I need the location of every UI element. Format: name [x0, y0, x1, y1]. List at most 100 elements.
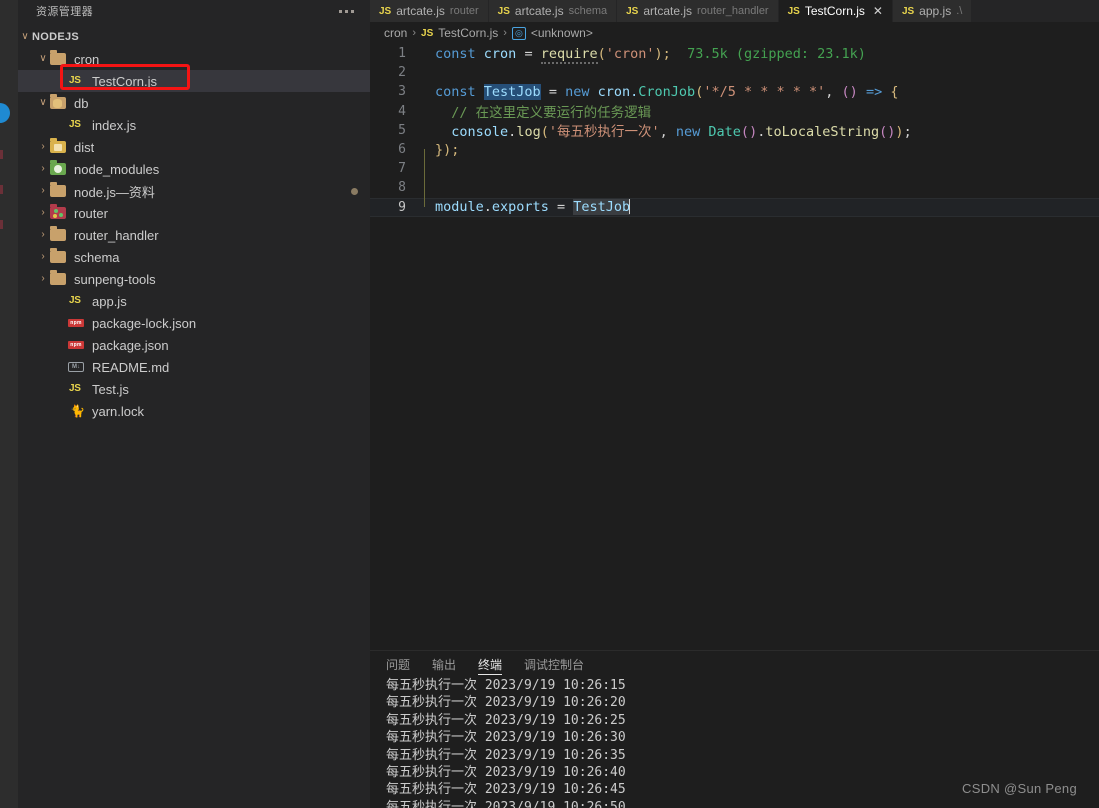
line-6-content: }); — [435, 141, 460, 158]
chevron-none-icon: › — [54, 406, 68, 416]
breadcrumb-folder[interactable]: cron — [384, 26, 407, 40]
tree-item-package-lock-json[interactable]: ›npm package-lock.json — [18, 312, 370, 334]
tree-item-dist[interactable]: › dist — [18, 136, 370, 158]
line-9-content: module.exports = TestJob — [435, 199, 631, 216]
code-line-current: 9 module.exports = TestJob — [370, 197, 1099, 217]
close-icon[interactable]: ✕ — [873, 4, 883, 18]
tree-item-label: sunpeng-tools — [74, 271, 156, 287]
tab-description: schema — [568, 5, 608, 17]
chevron-none-icon: › — [54, 384, 68, 394]
punctuation: ); — [654, 45, 671, 62]
object-cron: cron. — [597, 83, 639, 100]
tree-item-readme-md[interactable]: ›M↓ README.md — [18, 356, 370, 378]
chevron-right-icon[interactable]: › — [36, 142, 50, 152]
tab-label: artcate.js — [643, 4, 693, 18]
line-5-content: console.log('每五秒执行一次', new Date().toLoca… — [451, 124, 912, 141]
tree-item-test-js[interactable]: ›JS Test.js — [18, 378, 370, 400]
text-cursor — [629, 199, 631, 215]
line-number: 8 — [398, 180, 406, 196]
chevron-right-icon[interactable]: › — [36, 164, 50, 174]
chevron-right-icon[interactable]: › — [36, 186, 50, 196]
tree-item-db[interactable]: ∨ db — [18, 92, 370, 114]
tree-item-index-js[interactable]: ›JS index.js — [18, 114, 370, 136]
tab-artcate-js[interactable]: JS artcate.js router_handler — [617, 0, 779, 22]
panel-tab-%E9%97%AE%E9%A2%98[interactable]: 问题 — [386, 651, 410, 677]
panel-tab-%E8%B0%83%E8%AF%95%E6%8E%A7%E5%88%B6%E5%8F%B0[interactable]: 调试控制台 — [524, 651, 584, 677]
function-require: require — [540, 45, 598, 64]
breadcrumb-symbol[interactable]: <unknown> — [531, 26, 593, 40]
tree-root-nodejs[interactable]: ∨ NODEJS — [18, 26, 370, 48]
panel-tab-%E7%BB%88%E7%AB%AF[interactable]: 终端 — [478, 651, 503, 677]
tree-item-yarn-lock[interactable]: ›🐈 yarn.lock — [18, 400, 370, 422]
vscode-window: 资源管理器 ∨ NODEJS ∨cron›JSTestCorn.js∨db›JS… — [0, 0, 1099, 808]
line-number: 1 — [398, 46, 406, 62]
root-label: NODEJS — [32, 31, 80, 43]
tab-app-js[interactable]: JS app.js .\ — [892, 0, 973, 22]
keyword-const: const — [435, 83, 476, 100]
chevron-down-icon[interactable]: ∨ — [18, 32, 32, 42]
line-number: 5 — [398, 122, 406, 138]
tree-item-label: yarn.lock — [92, 403, 145, 419]
terminal-line: 每五秒执行一次 2023/9/19 10:26:50 — [386, 799, 626, 808]
tree-item-label: package-lock.json — [92, 315, 197, 331]
line-number: 2 — [398, 65, 406, 81]
ellipsis-icon[interactable] — [339, 9, 358, 13]
chevron-right-icon[interactable]: › — [36, 230, 50, 240]
explorer-title: 资源管理器 — [36, 6, 93, 18]
chevron-down-icon[interactable]: ∨ — [36, 98, 50, 108]
folder-node-icon — [50, 160, 66, 175]
code-line: 4 // 在这里定义要运行的任务逻辑 — [370, 102, 1099, 122]
line-number: 9 — [398, 199, 406, 215]
js-file-icon: JS — [421, 27, 434, 39]
tab-artcate-js[interactable]: JS artcate.js router — [370, 0, 489, 22]
folder-icon — [50, 270, 66, 285]
tree-item-label: router — [74, 205, 108, 221]
panel-tab-%E8%BE%93%E5%87%BA[interactable]: 输出 — [432, 651, 456, 677]
file-tree: ∨ NODEJS ∨cron›JSTestCorn.js∨db›JSindex.… — [18, 22, 370, 422]
tab-testcorn-js[interactable]: JS TestCorn.js ✕ — [778, 0, 893, 22]
tab-label: artcate.js — [514, 4, 564, 18]
tree-item-sunpeng-tools[interactable]: › sunpeng-tools — [18, 268, 370, 290]
tree-item-label: node_modules — [74, 161, 160, 177]
chevron-right-icon[interactable]: › — [36, 274, 50, 284]
code-editor[interactable]: 1 const cron = require('cron'); 73.5k (g… — [370, 44, 1099, 650]
tree-item-app-js[interactable]: ›JS app.js — [18, 290, 370, 312]
tree-item-cron[interactable]: ∨ cron — [18, 48, 370, 70]
tree-item-schema[interactable]: › schema — [18, 246, 370, 268]
operator: = — [524, 45, 533, 62]
breadcrumb-file[interactable]: TestCorn.js — [438, 26, 498, 40]
editor-area: JS artcate.js router JS artcate.js schema JS ar… — [370, 0, 1099, 808]
punctuation: { — [890, 83, 899, 100]
modified-indicator — [351, 188, 358, 195]
chevron-none-icon: › — [54, 296, 68, 306]
tree-item-router[interactable]: › router — [18, 202, 370, 224]
folder-icon — [50, 248, 66, 263]
chevron-right-icon[interactable]: › — [36, 208, 50, 218]
activity-bar-badge-icon — [0, 103, 10, 123]
arrow-operator: => — [865, 83, 883, 100]
object-console: console — [451, 124, 509, 141]
npm-file-icon: npm — [68, 341, 84, 349]
markdown-file-icon: M↓ — [68, 362, 84, 372]
code-line: 5 console.log('每五秒执行一次', new Date().toLo… — [370, 121, 1099, 141]
code-line: 1 const cron = require('cron'); 73.5k (g… — [370, 44, 1099, 64]
string-cron-expression: '*/5 * * * * *' — [703, 83, 826, 100]
chevron-right-icon: › — [412, 27, 417, 39]
tree-item-node-modules[interactable]: › node_modules — [18, 158, 370, 180]
tab-artcate-js[interactable]: JS artcate.js schema — [488, 0, 618, 22]
tree-item-label: app.js — [92, 293, 127, 309]
tree-item-testcorn-js[interactable]: ›JS TestCorn.js — [18, 70, 370, 92]
code-line: 7 — [370, 159, 1099, 178]
code-line: 6 }); — [370, 140, 1099, 159]
code-line: 3 const TestJob = new cron.CronJob('*/5 … — [370, 82, 1099, 101]
line-3-content: const TestJob = new cron.CronJob('*/5 * … — [435, 83, 899, 100]
chevron-right-icon[interactable]: › — [36, 252, 50, 262]
tree-item-node-js-[interactable]: › node.js—资料 — [18, 180, 370, 202]
tree-item-package-json[interactable]: ›npm package.json — [18, 334, 370, 356]
symbol-icon: ◎ — [511, 26, 526, 40]
folder-icon — [50, 50, 66, 65]
line-number: 4 — [398, 103, 406, 119]
chevron-down-icon[interactable]: ∨ — [36, 54, 50, 64]
tree-item-router-handler[interactable]: › router_handler — [18, 224, 370, 246]
terminal-line: 每五秒执行一次 2023/9/19 10:26:35 — [386, 747, 626, 763]
